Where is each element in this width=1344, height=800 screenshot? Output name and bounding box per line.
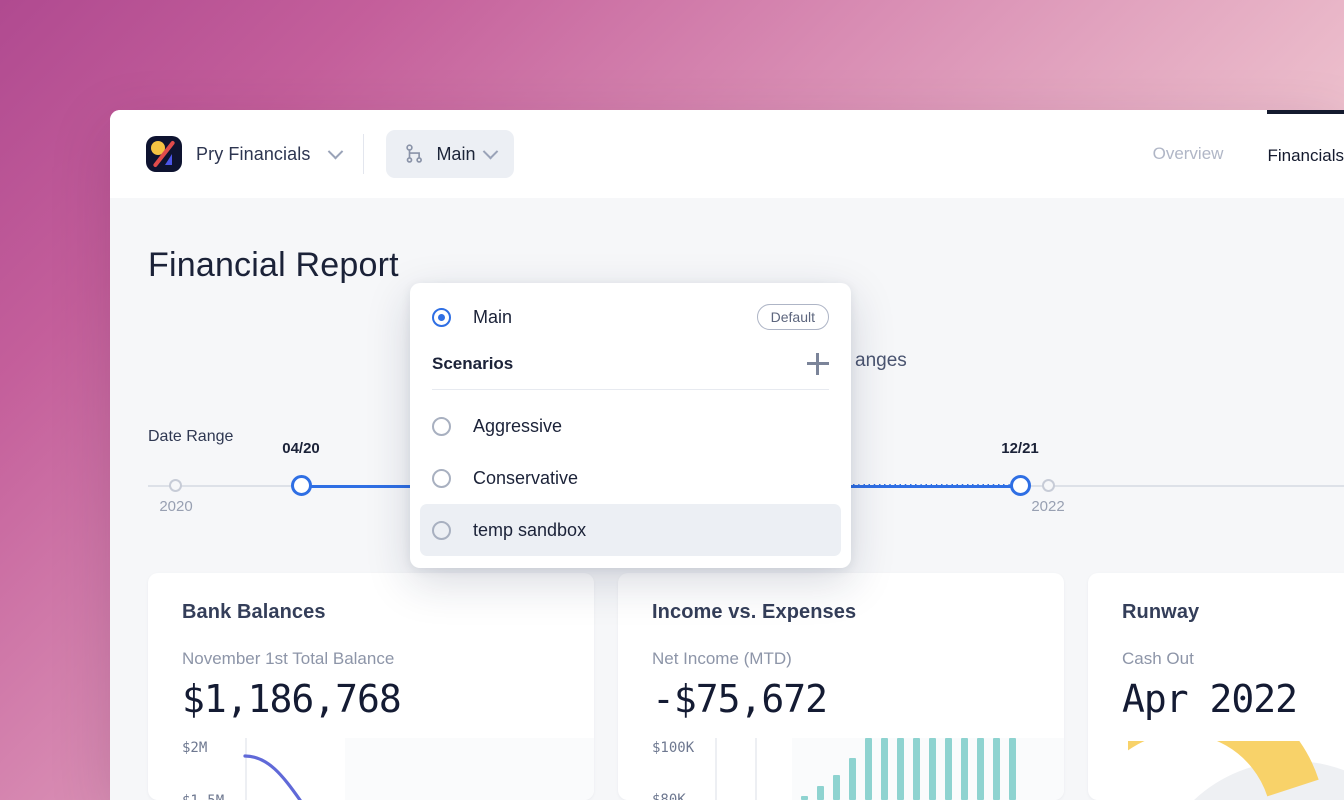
chart-bar [993,738,1000,800]
page-title: Financial Report [148,246,399,284]
chart-bar [833,775,840,800]
card-title: Runway [1122,601,1200,623]
card-bank-balances[interactable]: Bank Balances November 1st Total Balance… [148,573,594,800]
workspace-switcher[interactable]: Pry Financials [146,136,344,172]
status-badge: Default [756,304,829,330]
card-value: -$75,672 [652,677,828,721]
radio-icon [432,468,451,488]
card-value: $1,186,768 [182,677,402,721]
scenario-dropdown-menu: Main Default Scenarios Aggressive Conser… [410,283,851,568]
chart-bar [961,738,968,800]
chart-bar [945,738,952,800]
card-title: Income vs. Expenses [652,601,857,623]
chart-ytick-label: $80K [652,792,686,800]
radio-selected-icon [432,307,451,327]
scenarios-section-header: Scenarios [410,343,851,389]
chart-ytick-label: $100K [652,740,695,756]
card-title: Bank Balances [182,601,326,623]
runway-donut-chart [1128,741,1344,800]
card-subtitle: November 1st Total Balance [182,649,395,668]
primary-nav: Overview Financials [1153,110,1344,198]
chart-bar [865,738,872,800]
top-bar: Pry Financials Main Overview Financials [110,110,1344,198]
nav-item-financials[interactable]: Financials [1267,110,1344,198]
chart-bar [817,786,824,800]
income-expenses-chart: $100K $80K $60K [618,738,1064,800]
chart-bar [929,738,936,800]
slider-handle-start[interactable] [291,475,312,496]
chart-bar [849,758,856,800]
chevron-down-icon [328,143,344,159]
menu-item-conservative[interactable]: Conservative [410,452,851,504]
slider-handle-end[interactable] [1010,475,1031,496]
toolbar-divider [363,134,365,174]
chart-bar [897,738,904,800]
chart-bar [1009,738,1016,800]
chevron-down-icon [483,143,499,159]
chart-gridline [715,738,717,800]
workspace-name: Pry Financials [196,143,311,164]
card-income-vs-expenses[interactable]: Income vs. Expenses Net Income (MTD) -$7… [618,573,1064,800]
menu-divider [432,389,829,390]
content-area: Financial Report anges Date Range 04/20 … [110,198,1344,800]
slider-end-value: 12/21 [1001,440,1039,457]
menu-item-label: temp sandbox [473,519,587,540]
chart-bar [881,738,888,800]
menu-item-main[interactable]: Main Default [410,291,851,343]
card-subtitle: Cash Out [1122,649,1194,668]
bank-balances-chart: $2M $1.5M [148,738,594,800]
branch-selector-label: Main [436,143,476,164]
menu-item-label: Aggressive [473,415,563,436]
radio-icon [432,416,451,436]
chart-bar [801,796,808,800]
branch-icon [406,144,423,163]
menu-item-aggressive[interactable]: Aggressive [410,400,851,452]
slider-track-forecast [848,484,1020,488]
card-runway[interactable]: Runway Cash Out Apr 2022 [1088,573,1344,800]
radio-icon [432,520,451,540]
card-value: Apr 2022 [1122,677,1298,721]
slider-endpoint-min[interactable] [169,479,182,492]
chart-bar [913,738,920,800]
chart-gridline [755,738,757,800]
slider-max-year: 2022 [1031,498,1065,515]
menu-item-temp-sandbox[interactable]: temp sandbox [420,504,841,556]
menu-item-label: Conservative [473,467,579,488]
menu-item-label: Main [473,306,513,327]
slider-endpoint-max[interactable] [1042,479,1055,492]
slider-start-value: 04/20 [282,440,320,457]
pry-logo-icon [146,136,182,172]
bank-balances-line [243,754,302,800]
section-title: Scenarios [432,354,514,373]
section-heading-partial: anges [855,350,907,371]
chart-bar [977,738,984,800]
card-subtitle: Net Income (MTD) [652,649,792,668]
slider-min-year: 2020 [159,498,193,515]
branch-selector-button[interactable]: Main [386,130,515,178]
plus-icon[interactable] [807,353,829,375]
metric-card-row: Bank Balances November 1st Total Balance… [148,573,1344,800]
slider-track-stub [148,485,162,487]
nav-item-overview[interactable]: Overview [1153,110,1224,198]
app-window: Pry Financials Main Overview Financials … [110,110,1344,800]
